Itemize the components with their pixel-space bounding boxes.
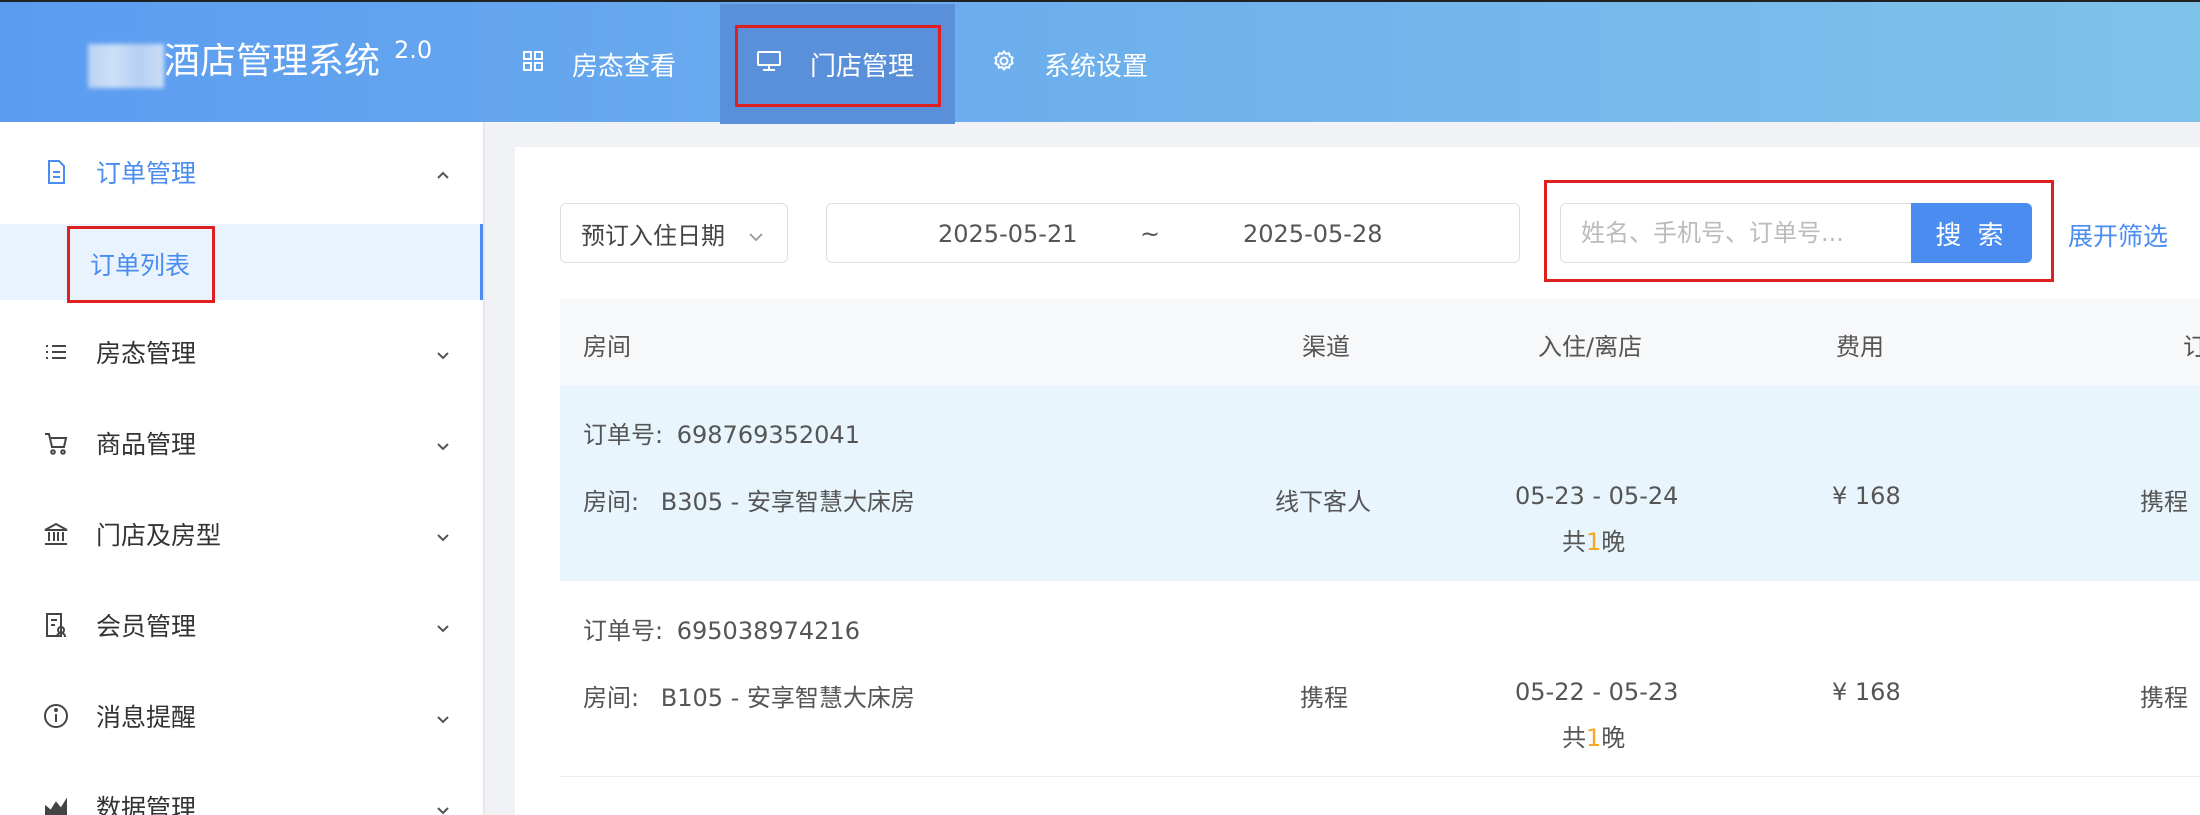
nights-count: 共1晚 (1562, 522, 1625, 557)
bank-icon (42, 520, 70, 548)
order-source-value: 携程 (2140, 488, 2188, 516)
date-from[interactable]: 2025-05-21 (938, 220, 1077, 248)
expand-filter-link[interactable]: 展开筛选 (2068, 217, 2168, 253)
room-value: B105 - 安享智慧大床房 (660, 684, 915, 712)
monitor-icon (756, 49, 782, 79)
channel-value: 携程 (1300, 684, 1348, 712)
sidebar-item-data[interactable]: 数据管理 (0, 775, 483, 815)
order-number-label: 订单号: (583, 421, 664, 449)
topnav-store-management[interactable]: 门店管理 (720, 4, 955, 124)
app-version: 2.0 (394, 36, 433, 64)
topnav-label: 房态查看 (572, 51, 677, 82)
nights-number: 1 (1586, 724, 1602, 752)
order-number: 订单号: 695038974216 (583, 611, 860, 646)
list-icon (42, 338, 70, 366)
chevron-down-icon (433, 524, 453, 544)
order-source-value: 携程 (2140, 684, 2188, 712)
table-row[interactable]: 订单号: 695038974216 房间: B105 - 安享智慧大床房 携程 … (560, 581, 2200, 777)
sidebar-item-label: 数据管理 (96, 794, 197, 815)
nights-prefix: 共 (1562, 528, 1586, 556)
sidebar-item-room-status[interactable]: 房态管理 (0, 320, 483, 384)
sidebar-item-label: 门店及房型 (96, 521, 222, 550)
date-type-select[interactable]: 预订入住日期 (560, 203, 788, 263)
room-info: 房间: B105 - 安享智慧大床房 (583, 678, 915, 713)
topnav-label: 门店管理 (810, 51, 915, 82)
stay-dates: 05-22 - 05-23 (1515, 678, 1679, 706)
sidebar-subitem-order-list[interactable]: 订单列表 (0, 224, 483, 300)
sidebar-item-label: 订单管理 (96, 159, 197, 188)
order-number-value: 695038974216 (676, 617, 860, 645)
topnav-room-status[interactable]: 房态查看 (522, 4, 676, 124)
column-header-fee: 费用 (1836, 333, 1884, 361)
table-header: 房间 渠道 入住/离店 费用 订 (560, 299, 2200, 385)
room-info: 房间: B305 - 安享智慧大床房 (583, 482, 915, 517)
column-header-order-source: 订 (2183, 333, 2200, 361)
gear-icon (992, 49, 1016, 80)
column-header-room: 房间 (583, 333, 631, 361)
grid-icon (522, 49, 544, 79)
sidebar-item-label: 商品管理 (96, 430, 197, 459)
chevron-down-icon (433, 615, 453, 635)
date-type-value: 预订入住日期 (581, 221, 725, 250)
sidebar-item-stores-room-types[interactable]: 门店及房型 (0, 502, 483, 566)
sidebar-item-notifications[interactable]: 消息提醒 (0, 684, 483, 748)
nights-suffix: 晚 (1601, 724, 1626, 752)
document-icon (42, 158, 70, 186)
room-label: 房间: (583, 488, 640, 516)
sidebar-subitem-label: 订单列表 (90, 251, 191, 280)
sidebar: 订单管理 订单列表 房态管理 商品管理 门店及房型 会员管理 消息提醒 数据管理 (0, 122, 485, 815)
nights-prefix: 共 (1562, 724, 1586, 752)
date-range-picker[interactable]: 2025-05-21 ~ 2025-05-28 (826, 203, 1520, 263)
cart-icon (42, 429, 70, 457)
sidebar-item-label: 房态管理 (96, 339, 197, 368)
sidebar-item-products[interactable]: 商品管理 (0, 411, 483, 475)
member-card-icon (42, 611, 70, 639)
chevron-down-icon (433, 706, 453, 726)
room-value: B305 - 安享智慧大床房 (660, 488, 915, 516)
fee-value: ¥ 168 (1832, 678, 1901, 706)
nights-suffix: 晚 (1601, 528, 1626, 556)
main-panel: 预订入住日期 2025-05-21 ~ 2025-05-28 搜 索 展开筛选 … (515, 147, 2200, 815)
chart-icon (42, 793, 70, 815)
chevron-down-icon (433, 797, 453, 815)
order-number-label: 订单号: (583, 617, 664, 645)
app-title: 酒店管理系统 (164, 41, 381, 82)
chevron-down-icon (433, 433, 453, 453)
topnav-label: 系统设置 (1044, 51, 1149, 82)
search-input[interactable] (1560, 203, 1912, 263)
blurred-logo-mark (88, 44, 164, 88)
chevron-up-icon (433, 162, 453, 182)
column-header-channel: 渠道 (1302, 333, 1350, 361)
table-row[interactable]: 订单号: 698769352041 房间: B305 - 安享智慧大床房 线下客… (560, 385, 2200, 581)
sidebar-item-members[interactable]: 会员管理 (0, 593, 483, 657)
stay-dates: 05-23 - 05-24 (1515, 482, 1679, 510)
sidebar-item-label: 消息提醒 (96, 703, 197, 732)
app-logo: 酒店管理系统 2.0 (88, 32, 432, 92)
sidebar-item-label: 会员管理 (96, 612, 197, 641)
top-header: 酒店管理系统 2.0 房态查看 门店管理 系统设置 (0, 0, 2200, 124)
topnav-system-settings[interactable]: 系统设置 (992, 4, 1148, 124)
fee-value: ¥ 168 (1832, 482, 1901, 510)
nights-number: 1 (1586, 528, 1602, 556)
date-separator: ~ (1140, 220, 1161, 248)
channel-value: 线下客人 (1275, 488, 1371, 516)
order-number-value: 698769352041 (676, 421, 860, 449)
chevron-down-icon (433, 342, 453, 362)
room-label: 房间: (583, 684, 640, 712)
search-button[interactable]: 搜 索 (1911, 203, 2032, 263)
nights-count: 共1晚 (1562, 718, 1625, 753)
order-number: 订单号: 698769352041 (583, 415, 860, 450)
sidebar-item-orders[interactable]: 订单管理 (0, 140, 483, 204)
column-header-checkin-checkout: 入住/离店 (1538, 333, 1643, 361)
chevron-down-icon (747, 224, 765, 242)
info-icon (42, 702, 70, 730)
date-to[interactable]: 2025-05-28 (1243, 220, 1382, 248)
